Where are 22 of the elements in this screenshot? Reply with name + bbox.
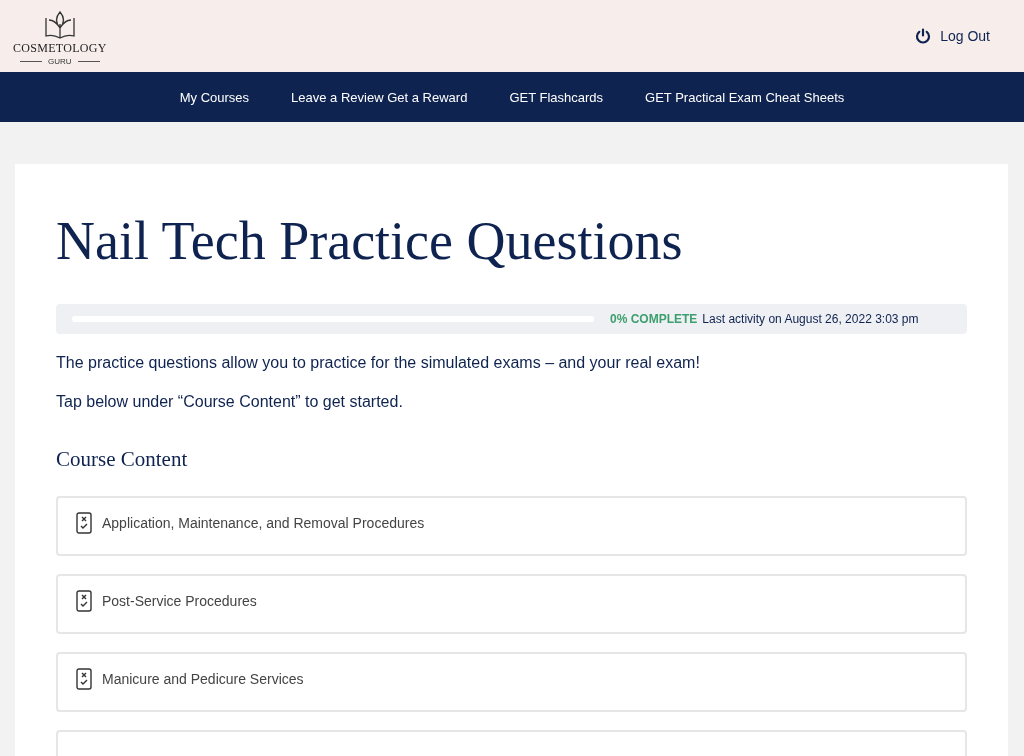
log-out-button[interactable]: Log Out (915, 28, 990, 44)
intro-text: The practice questions allow you to practice for the simulated exams – and your real exam! (56, 354, 701, 372)
logo-wordmark: COSMETOLOGY (13, 41, 107, 56)
lesson-item[interactable]: Post-Service Procedures (56, 574, 967, 634)
logo-tagline: GURU (48, 57, 72, 66)
quiz-icon (76, 512, 92, 534)
quiz-icon (76, 590, 92, 612)
section-heading: Course Content (56, 447, 189, 472)
page-title: Nail Tech Practice Questions (56, 210, 684, 272)
nav-link[interactable]: GET Flashcards (509, 89, 604, 105)
nav-link[interactable]: My Courses (179, 89, 250, 105)
lesson-item[interactable]: Application, Maintenance, and Removal Procedures (56, 496, 967, 556)
logo[interactable]: COSMETOLOGY GURU (13, 6, 107, 66)
progress-percent: 0% COMPLETE (610, 312, 698, 326)
lesson-item[interactable]: Manicure and Pedicure Services (56, 652, 967, 712)
power-icon (915, 28, 932, 44)
last-activity: Last activity on August 26, 2022 3:03 pm (702, 312, 919, 326)
nav-link[interactable]: Leave a Review Get a Reward (291, 89, 468, 105)
quiz-icon (76, 668, 92, 690)
intro-text: Tap below under “Course Content” to get started. (56, 393, 404, 411)
nav-link[interactable]: GET Practical Exam Cheat Sheets (645, 89, 845, 105)
lotus-book-icon (42, 10, 77, 40)
